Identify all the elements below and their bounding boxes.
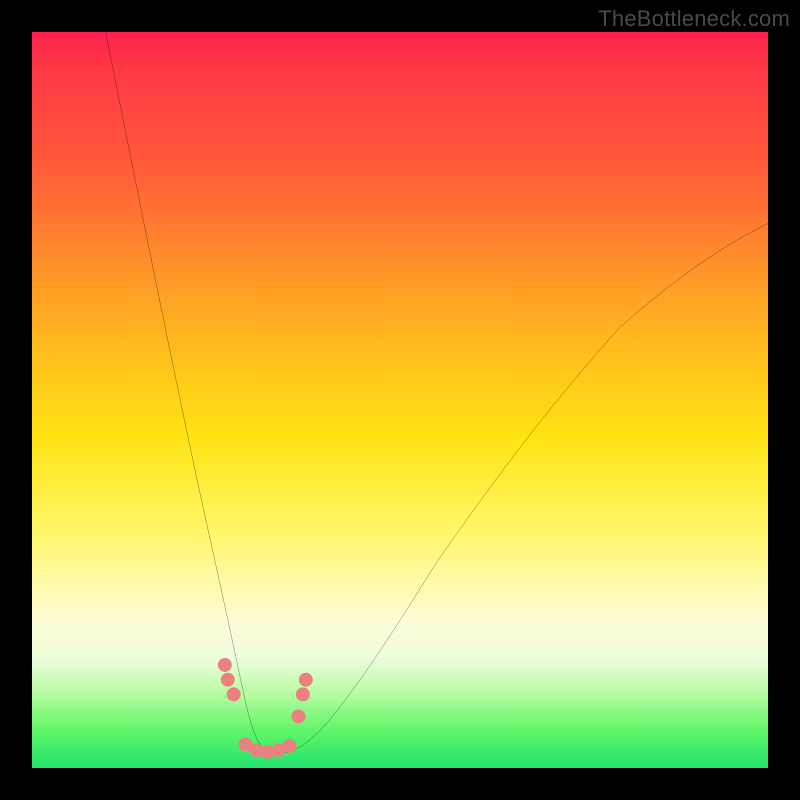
bottleneck-curve [106,32,768,753]
marker-dot [291,709,305,723]
marker-group [218,658,313,759]
marker-dot [283,739,297,753]
marker-dot [227,687,241,701]
marker-dot [299,673,313,687]
chart-svg [32,32,768,768]
marker-dot [296,687,310,701]
chart-frame: TheBottleneck.com [0,0,800,800]
plot-area [32,32,768,768]
watermark-text: TheBottleneck.com [598,6,790,32]
marker-dot [218,658,232,672]
marker-dot [221,673,235,687]
